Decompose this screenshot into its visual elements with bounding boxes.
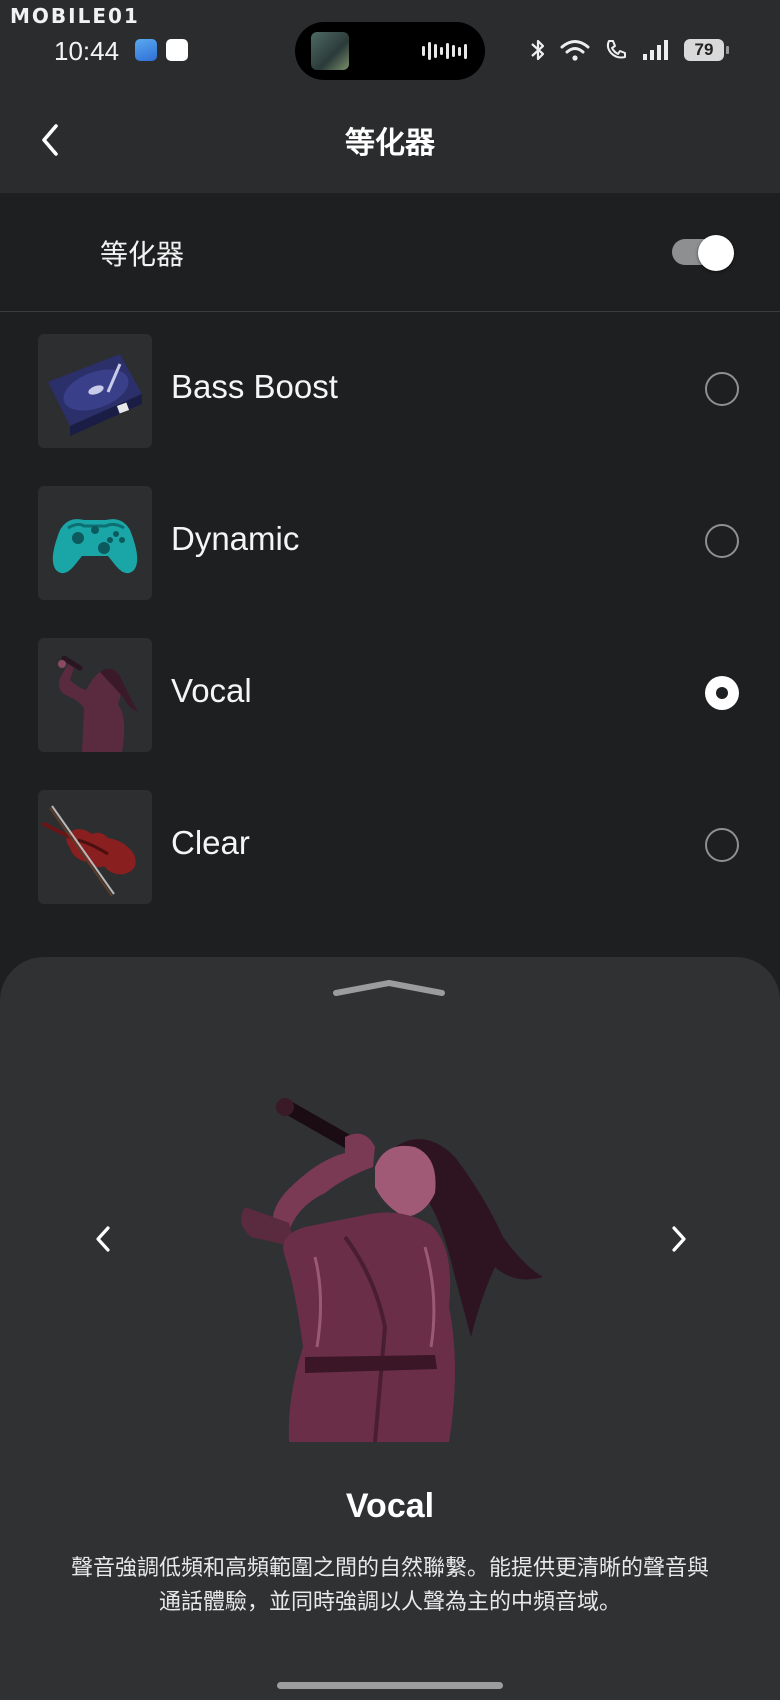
preset-label: Clear bbox=[171, 824, 250, 861]
preset-item-vocal[interactable]: Vocal bbox=[0, 616, 780, 768]
wifi-icon bbox=[560, 40, 590, 61]
equalizer-switch[interactable] bbox=[672, 235, 736, 271]
audio-waveform-icon bbox=[422, 42, 467, 60]
wifi-calling-icon bbox=[606, 40, 626, 59]
preset-label: Bass Boost bbox=[171, 368, 338, 405]
status-bar: MOBILE01 10:44 79 bbox=[0, 0, 780, 88]
violin-icon bbox=[38, 790, 152, 904]
bluetooth-icon bbox=[531, 39, 545, 61]
page-title: 等化器 bbox=[345, 126, 435, 161]
app-header: 等化器 bbox=[0, 88, 780, 193]
preset-detail-sheet: Vocal 聲音強調低頻和高頻範圍之間的自然聯繫。能提供更清晰的聲音與通話體驗，… bbox=[0, 957, 780, 1700]
equalizer-toggle-row: 等化器 bbox=[0, 193, 780, 312]
preset-detail-description: 聲音強調低頻和高頻範圍之間的自然聯繫。能提供更清晰的聲音與通話體驗，並同時強調以… bbox=[70, 1556, 709, 1615]
chevron-left-icon bbox=[96, 1226, 110, 1252]
chevron-right-icon bbox=[672, 1226, 686, 1252]
audio-app-icon bbox=[166, 39, 188, 61]
preset-list: Bass Boost Dynamic Vocal Clear bbox=[0, 312, 780, 920]
chevron-up-handle-icon bbox=[333, 980, 445, 996]
dynamic-island[interactable] bbox=[295, 22, 485, 80]
preset-item-bass-boost[interactable]: Bass Boost bbox=[0, 312, 780, 464]
equalizer-toggle-label: 等化器 bbox=[100, 238, 185, 271]
signal-icon bbox=[643, 40, 668, 60]
status-time: 10:44 bbox=[54, 36, 120, 66]
watermark-logo: MOBILE01 bbox=[10, 4, 140, 28]
game-controller-icon bbox=[38, 486, 152, 600]
preset-label: Dynamic bbox=[171, 520, 300, 557]
status-icons: 79 bbox=[530, 38, 729, 62]
home-indicator[interactable] bbox=[277, 1682, 503, 1689]
singer-icon bbox=[38, 638, 152, 752]
preset-radio[interactable] bbox=[705, 524, 739, 558]
preset-item-clear[interactable]: Clear bbox=[0, 768, 780, 920]
preset-radio[interactable] bbox=[705, 828, 739, 862]
now-playing-artwork bbox=[311, 32, 349, 70]
switch-knob bbox=[698, 235, 734, 271]
weather-app-icon bbox=[135, 39, 157, 61]
turntable-icon bbox=[38, 334, 152, 448]
equalizer-screen: MOBILE01 10:44 79 等化器 等化器 Bass Boost Dyn… bbox=[0, 0, 780, 1700]
singer-illustration bbox=[225, 1097, 565, 1443]
preset-label: Vocal bbox=[171, 672, 252, 709]
battery-indicator: 79 bbox=[684, 39, 729, 61]
preset-item-dynamic[interactable]: Dynamic bbox=[0, 464, 780, 616]
next-preset-button[interactable] bbox=[662, 1219, 696, 1259]
sheet-handle[interactable] bbox=[330, 977, 448, 999]
preset-radio-selected[interactable] bbox=[705, 676, 739, 710]
preset-radio[interactable] bbox=[705, 372, 739, 406]
preset-detail-title: Vocal bbox=[345, 1487, 435, 1525]
previous-preset-button[interactable] bbox=[86, 1219, 120, 1259]
